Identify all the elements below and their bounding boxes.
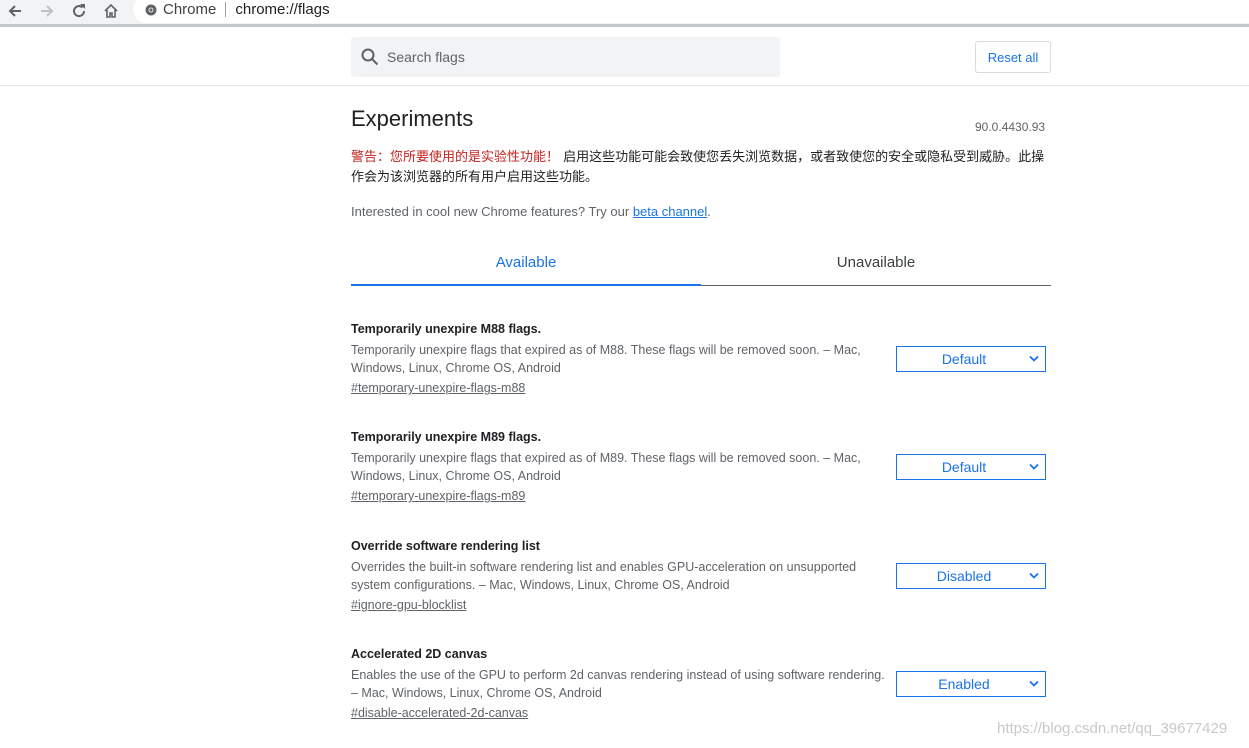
- search-box[interactable]: [351, 37, 780, 77]
- watermark: https://blog.csdn.net/qq_39677429: [997, 720, 1228, 737]
- chevron-down-icon: [1029, 572, 1039, 579]
- promo-prefix: Interested in cool new Chrome features? …: [351, 204, 633, 219]
- experiment-item: Accelerated 2D canvas Enables the use of…: [351, 645, 1051, 722]
- flags-header: Reset all: [0, 27, 1249, 86]
- experiment-item: Override software rendering list Overrid…: [351, 537, 1051, 614]
- search-input[interactable]: [387, 49, 767, 65]
- chrome-logo-icon: [145, 4, 157, 15]
- home-button[interactable]: [100, 0, 122, 22]
- experiment-name: Accelerated 2D canvas: [351, 647, 488, 661]
- chevron-down-icon: [1029, 680, 1039, 687]
- warning-emphasis: 警告：您所要使用的是实验性功能！: [351, 150, 560, 165]
- back-button[interactable]: [4, 0, 26, 22]
- page-title: Experiments: [351, 106, 474, 131]
- experiment-description: Temporarily unexpire flags that expired …: [351, 343, 861, 375]
- experiment-name: Temporarily unexpire M88 flags.: [351, 322, 542, 336]
- experiment-link[interactable]: #ignore-gpu-blocklist: [351, 596, 466, 614]
- tab-strip: Available Unavailable: [351, 240, 1051, 286]
- address-separator: [225, 2, 227, 17]
- experiment-link[interactable]: #temporary-unexpire-flags-m88: [351, 379, 525, 397]
- version-label: 90.0.4430.93: [975, 120, 1046, 134]
- experiment-item: Temporarily unexpire M88 flags. Temporar…: [351, 320, 1051, 397]
- beta-channel-link[interactable]: beta channel: [633, 204, 707, 219]
- chevron-down-icon: [1029, 463, 1039, 470]
- experiment-select-value: Default: [941, 459, 987, 475]
- experiment-select[interactable]: Disabled: [896, 563, 1046, 589]
- reload-button[interactable]: [68, 0, 90, 22]
- experiment-description: Temporarily unexpire flags that expired …: [351, 451, 861, 483]
- warning-text: 警告：您所要使用的是实验性功能！ 启用这些功能可能会致使您丢失浏览数据，或者致使…: [351, 148, 1051, 188]
- forward-arrow-icon: [41, 5, 54, 17]
- reset-all-button[interactable]: Reset all: [975, 41, 1051, 73]
- tab-unavailable[interactable]: Unavailable: [701, 240, 1051, 285]
- site-label: Chrome: [163, 1, 217, 18]
- experiment-name: Temporarily unexpire M89 flags.: [351, 430, 542, 444]
- experiment-select-value: Default: [941, 351, 987, 367]
- reload-icon: [73, 4, 86, 18]
- experiment-select[interactable]: Default: [896, 454, 1046, 480]
- home-icon: [104, 3, 118, 18]
- search-icon: [361, 48, 379, 66]
- browser-toolbar: Chrome chrome://flags: [0, 0, 1249, 25]
- experiment-select[interactable]: Default: [896, 346, 1046, 372]
- back-arrow-icon: [8, 5, 21, 17]
- chevron-down-icon: [1029, 355, 1039, 362]
- experiment-select-value: Enabled: [938, 676, 990, 692]
- experiment-link[interactable]: #temporary-unexpire-flags-m89: [351, 487, 525, 505]
- experiment-item: Temporarily unexpire M89 flags. Temporar…: [351, 428, 1051, 505]
- experiment-name: Override software rendering list: [351, 539, 540, 553]
- url-text[interactable]: chrome://flags: [235, 1, 329, 18]
- experiment-select-value: Disabled: [936, 568, 992, 584]
- experiment-select[interactable]: Enabled: [896, 671, 1046, 697]
- experiment-description: Enables the use of the GPU to perform 2d…: [351, 668, 885, 700]
- experiment-description: Overrides the built-in software renderin…: [351, 560, 857, 592]
- forward-button[interactable]: [36, 0, 58, 22]
- promo-suffix: .: [707, 204, 711, 219]
- experiment-link[interactable]: #disable-accelerated-2d-canvas: [351, 704, 528, 722]
- address-bar[interactable]: Chrome chrome://flags: [133, 0, 1249, 23]
- tab-available[interactable]: Available: [351, 240, 701, 286]
- promo-text: Interested in cool new Chrome features? …: [351, 204, 711, 219]
